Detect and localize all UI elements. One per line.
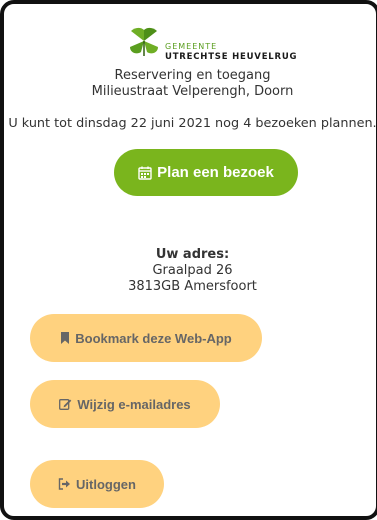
- change-email-label: Wijzig e-mailadres: [77, 396, 191, 412]
- bookmark-label: Bookmark deze Web-App: [75, 330, 232, 346]
- logo-text-name: UTRECHTSE HEUVELRUG: [165, 52, 298, 62]
- address-label: Uw adres:: [155, 247, 230, 262]
- sign-out-icon: [58, 478, 71, 490]
- calendar-icon: [138, 166, 152, 180]
- edit-icon: [59, 398, 72, 410]
- municipality-logo: GEMEENTE UTRECHTSE HEUVELRUG: [122, 21, 297, 67]
- change-email-button[interactable]: Wijzig e-mailadres: [30, 380, 220, 428]
- page-title: Reservering en toegang: [114, 68, 271, 83]
- visits-remaining-notice: U kunt tot dinsdag 22 juni 2021 nog 4 be…: [8, 116, 377, 131]
- location-name: Milieustraat Velperengh, Doorn: [91, 84, 294, 99]
- plan-visit-button[interactable]: Plan een bezoek: [114, 149, 298, 196]
- address-postal-city: 3813GB Amersfoort: [128, 279, 257, 294]
- leaf-logo-icon: [130, 27, 158, 56]
- logout-label: Uitloggen: [76, 476, 136, 492]
- logout-button[interactable]: Uitloggen: [30, 460, 164, 508]
- logo-text-gemeente: GEMEENTE: [165, 42, 218, 51]
- plan-visit-label: Plan een bezoek: [157, 164, 274, 181]
- bookmark-webapp-button[interactable]: Bookmark deze Web-App: [30, 314, 262, 362]
- bookmark-icon: [60, 332, 70, 344]
- app-frame: GEMEENTE UTRECHTSE HEUVELRUG Reservering…: [0, 0, 377, 520]
- address-street: Graalpad 26: [152, 263, 233, 278]
